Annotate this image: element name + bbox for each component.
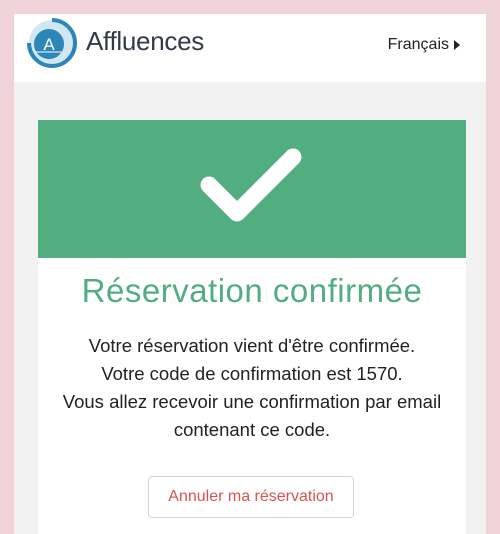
message-line-2-text: Votre code de confirmation est [101, 363, 357, 384]
cancel-reservation-button[interactable]: Annuler ma réservation [148, 476, 354, 518]
logo-letter: A [43, 35, 55, 54]
message-line-3: Vous allez recevoir une confirmation par… [62, 391, 442, 412]
message-line-2: Votre code de confirmation est 1570. [38, 360, 466, 388]
confirmation-card: Réservation confirmée Votre réservation … [38, 120, 466, 534]
message-line-2-end: . [397, 363, 403, 384]
confirmation-code: 1570 [356, 363, 398, 384]
confirmation-message: Votre réservation vient d'être confirmée… [38, 332, 466, 444]
success-banner [38, 120, 466, 258]
logo-text: Affluences [86, 26, 204, 56]
message-line-4: contenant ce code. [173, 419, 331, 440]
app-window: A Affluences Français Réservation confir… [14, 14, 486, 534]
message-line-1: Votre réservation vient d'être confirmée… [88, 335, 416, 356]
language-label: Français [387, 36, 449, 53]
caret-right-icon [454, 40, 460, 50]
checkmark-icon [200, 148, 302, 222]
language-selector[interactable]: Français [388, 36, 460, 54]
confirmation-title: Réservation confirmée [81, 272, 423, 309]
affluences-logo-icon: A [27, 18, 77, 68]
header: A Affluences Français [14, 14, 486, 82]
